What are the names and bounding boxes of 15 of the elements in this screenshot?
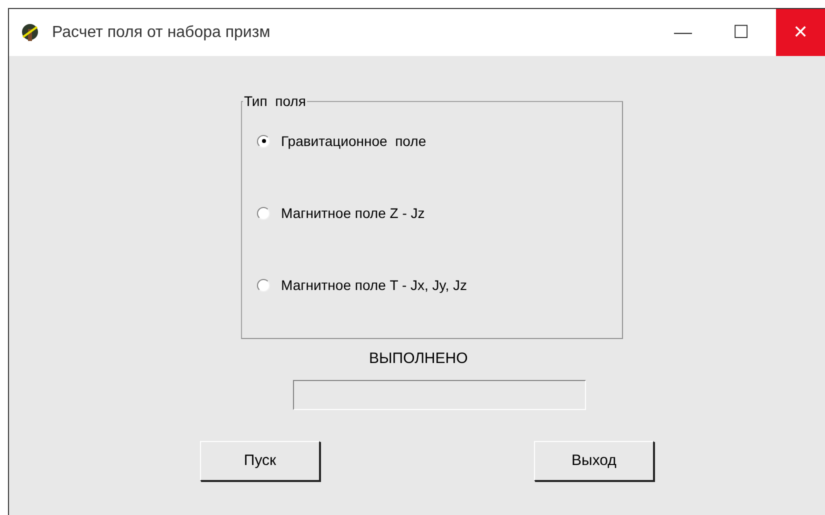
status-label: ВЫПОЛНЕНО — [369, 349, 468, 369]
radio-button[interactable] — [257, 206, 270, 220]
start-button[interactable]: Пуск — [200, 441, 320, 481]
window-title: Расчет поля от набора призм — [52, 22, 270, 42]
group-legend: Тип поля — [243, 94, 307, 108]
maximize-button[interactable]: ☐ — [718, 9, 764, 56]
radio-button[interactable] — [257, 278, 270, 292]
radio-button[interactable] — [257, 134, 270, 148]
radio-label[interactable]: Гравитационное поле — [281, 130, 426, 152]
radio-label[interactable]: Магнитное поле Z - Jz — [281, 202, 425, 224]
minimize-button[interactable]: — — [660, 9, 706, 56]
close-button[interactable]: ✕ — [776, 9, 825, 56]
radio-label[interactable]: Магнитное поле T - Jx, Jy, Jz — [281, 274, 468, 296]
app-logo-icon — [20, 22, 40, 42]
exit-button[interactable]: Выход — [534, 441, 654, 481]
